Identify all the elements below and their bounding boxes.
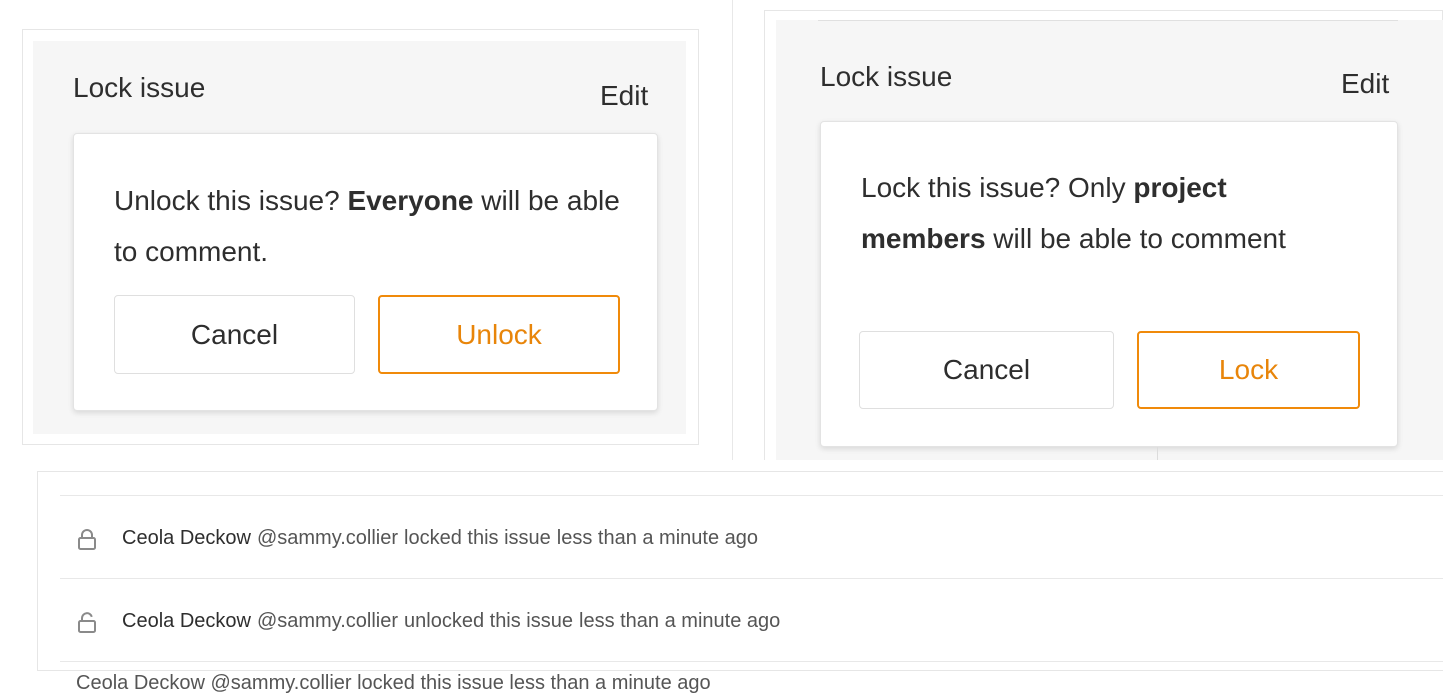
frame-divider [732, 0, 733, 460]
note-username[interactable]: @sammy.collier [257, 610, 398, 633]
lock-issue-title: Lock issue [73, 72, 206, 103]
sidebar-bottom-divider [1157, 447, 1158, 460]
edit-link[interactable]: Edit [1341, 68, 1389, 100]
cancel-button[interactable]: Cancel [114, 295, 355, 374]
edit-link[interactable]: Edit [600, 80, 648, 112]
unlock-message-text: Unlock this issue? [114, 185, 348, 216]
lock-message-text: Lock this issue? Only [861, 172, 1134, 203]
lock-message-text-end: will be able to comment [985, 223, 1286, 254]
note-author[interactable]: Ceola Deckow [122, 527, 251, 550]
unlock-message-bold: Everyone [347, 185, 474, 216]
system-note-locked: Ceola Deckow @sammy.collier locked this is… [76, 527, 758, 550]
system-note-unlocked: Ceola Deckow @sammy.collier unlocked this … [76, 610, 780, 633]
unlock-icon [76, 611, 98, 633]
timeline-screenshot-frame [37, 471, 1443, 671]
cancel-button[interactable]: Cancel [859, 331, 1114, 409]
note-time: less than a minute ago [556, 527, 759, 549]
lock-icon [76, 528, 98, 550]
unlock-button[interactable]: Unlock [378, 295, 620, 374]
note-username[interactable]: @sammy.collier [257, 527, 398, 550]
timeline-divider [60, 578, 1443, 579]
unlock-confirm-popover: Unlock this issue? Everyone will be able… [73, 133, 658, 411]
lock-issue-title: Lock issue [820, 61, 953, 92]
note-time: less than a minute ago [579, 610, 781, 632]
note-action: locked this issue [404, 527, 551, 549]
unlock-message: Unlock this issue? Everyone will be able… [114, 175, 634, 277]
lock-button[interactable]: Lock [1137, 331, 1360, 409]
sidebar-divider [818, 20, 1398, 21]
timeline-divider [60, 495, 1443, 496]
lock-message: Lock this issue? Only project members wi… [861, 162, 1341, 264]
system-note-partial: Ceola Deckow @sammy.collier locked this … [76, 672, 711, 694]
note-author[interactable]: Ceola Deckow [122, 610, 251, 633]
timeline-divider [60, 661, 1443, 662]
lock-confirm-popover: Lock this issue? Only project members wi… [820, 121, 1398, 447]
note-action: unlocked this issue [404, 610, 573, 632]
